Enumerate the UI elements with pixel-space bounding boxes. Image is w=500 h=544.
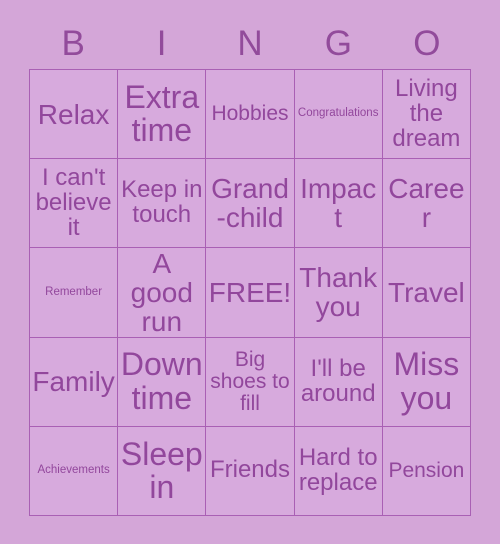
header-letter-g: G [324,23,353,63]
bingo-cell-label: Grand-child [211,173,289,234]
bingo-cell[interactable]: Impact [294,159,383,249]
bingo-cell[interactable]: Family [30,337,119,427]
bingo-cell-label: Living the dream [392,74,461,152]
bingo-cell[interactable]: Sleep in [118,426,207,516]
bingo-cell[interactable]: Career [382,159,471,249]
bingo-cell-label: Thank you [299,262,378,323]
header-letter-i: I [156,23,167,63]
bingo-cell[interactable]: Friends [206,426,295,516]
bingo-cell-label: Relax [37,98,110,130]
bingo-cell-label: Congratulations [297,107,379,120]
bingo-cell-label: Friends [209,456,290,484]
bingo-cell-label: Family [32,366,115,398]
bingo-cell[interactable]: Keep in touch [118,159,207,249]
bingo-cell[interactable]: Hobbies [206,70,295,160]
bingo-cell[interactable]: Achievements [30,426,119,516]
bingo-cell[interactable]: Travel [382,248,471,338]
header-letter-n: N [237,23,263,63]
bingo-header: B I N G O [29,20,471,66]
bingo-cell[interactable]: Hard to replace [294,426,383,516]
bingo-cell-label: Sleep in [120,435,203,505]
bingo-cell-label: Career [388,173,465,234]
bingo-cell-label: Keep in touch [121,176,203,229]
bingo-cell-label: Impact [300,173,377,234]
bingo-cell[interactable]: Living the dream [382,70,471,160]
bingo-grid: Relax Extra time Hobbies Congratulations Liv… [29,69,471,516]
bingo-cell[interactable]: Congratulations [294,70,383,160]
bingo-cell[interactable]: A good run [118,248,207,338]
bingo-cell[interactable]: Miss you [382,337,471,427]
bingo-cell[interactable]: I'll be around [294,337,383,427]
bingo-cell-label: Travel [388,276,465,308]
header-letter-o: O [413,23,441,63]
bingo-cell[interactable]: Remember [30,248,119,338]
bingo-cell[interactable]: Big shoes to fill [206,337,295,427]
bingo-card: B I N G O Relax Extra time Hobbies Congratu… [0,0,500,544]
bingo-cell[interactable]: Grand-child [206,159,295,249]
bingo-cell-label: Hard to replace [298,443,378,496]
bingo-cell-label: Miss you [393,346,460,416]
bingo-cell-label: Hobbies [211,102,289,126]
bingo-cell[interactable]: I can't believe it [30,159,119,249]
bingo-cell-label: FREE! [208,276,292,308]
bingo-cell-label: I can't believe it [35,163,112,241]
bingo-cell-label: Remember [45,285,103,298]
bingo-cell[interactable]: Extra time [118,70,207,160]
bingo-cell[interactable]: FREE! [206,248,295,338]
bingo-cell-label: Big shoes to fill [210,347,290,415]
bingo-cell[interactable]: Pension [382,426,471,516]
bingo-cell-label: Extra time [124,78,200,149]
bingo-cell-label: I'll be around [300,354,376,407]
bingo-cell-label: A good run [130,248,193,338]
bingo-cell-label: Down time [120,346,203,416]
header-letter-b: B [61,23,85,63]
bingo-cell[interactable]: Relax [30,70,119,160]
bingo-cell-label: Pension [388,458,465,482]
bingo-cell-label: Achievements [37,463,110,476]
bingo-cell[interactable]: Thank you [294,248,383,338]
bingo-cell[interactable]: Down time [118,337,207,427]
